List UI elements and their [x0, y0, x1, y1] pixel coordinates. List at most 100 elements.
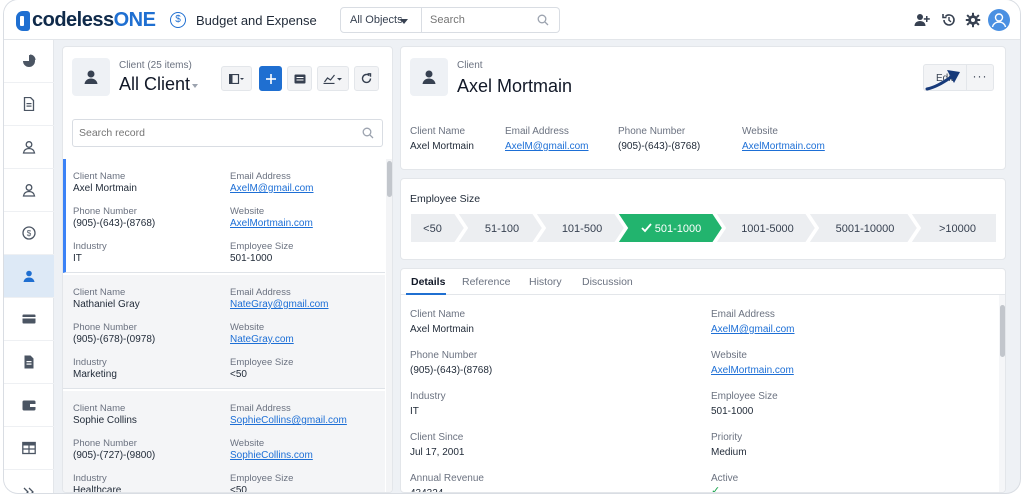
- priority-value: Medium: [711, 447, 747, 458]
- dollar-icon: $: [22, 226, 36, 240]
- card-icon: [22, 314, 36, 324]
- field-label: Client Since: [410, 432, 464, 443]
- field-label: Industry: [73, 473, 107, 484]
- tab-reference[interactable]: Reference: [462, 276, 510, 288]
- phone-value: (905)-(678)-(0978): [73, 334, 156, 345]
- summary-email-link[interactable]: AxelM@gmail.com: [505, 141, 589, 152]
- website-link[interactable]: AxelMortmain.com: [230, 218, 313, 229]
- summary-website-link[interactable]: AxelMortmain.com: [742, 141, 825, 152]
- active-tab-indicator: [406, 293, 446, 295]
- user-icon: [991, 13, 1007, 28]
- contact-icon: [84, 70, 98, 84]
- view-toggle-button[interactable]: [221, 66, 252, 91]
- rail-item-wallet[interactable]: [4, 384, 54, 427]
- employee-size-title: Employee Size: [410, 193, 481, 205]
- scrollbar-thumb[interactable]: [1000, 305, 1005, 357]
- client-since-value: Jul 17, 2001: [410, 447, 465, 458]
- tab-discussion[interactable]: Discussion: [582, 276, 633, 288]
- field-label: Employee Size: [230, 357, 294, 368]
- rail-item-payments[interactable]: [4, 298, 54, 341]
- rail-item-dashboard[interactable]: [4, 40, 54, 83]
- logo[interactable]: codeless ONE: [16, 9, 156, 32]
- field-label: Phone Number: [73, 438, 137, 449]
- phone-value: (905)-(643)-(8768): [73, 218, 156, 229]
- field-label: Industry: [73, 357, 107, 368]
- employee-size-panel: Employee Size <50 51-100 101-500 501-1000 10…: [400, 178, 1006, 260]
- stage-label: 101-500: [562, 223, 602, 235]
- list-view-title[interactable]: All Client: [119, 74, 190, 95]
- rail-expand[interactable]: [4, 470, 54, 493]
- field-label: Industry: [73, 241, 107, 252]
- global-search-input[interactable]: [422, 8, 532, 32]
- layout-icon: [228, 73, 244, 84]
- industry-value: Marketing: [73, 369, 117, 380]
- rail-item-budget[interactable]: $: [4, 212, 54, 255]
- summary-label: Website: [742, 126, 778, 137]
- email-link[interactable]: SophieCollins@gmail.com: [230, 415, 347, 426]
- list-item[interactable]: Client Name Nathaniel Gray Email Address…: [63, 275, 385, 389]
- tab-history[interactable]: History: [529, 276, 562, 288]
- field-label: Priority: [711, 432, 743, 443]
- gear-icon[interactable]: [965, 12, 981, 28]
- field-label: Website: [230, 322, 265, 333]
- scrollbar-thumb[interactable]: [387, 161, 392, 197]
- search-icon: [537, 14, 549, 26]
- print-icon: [294, 74, 305, 83]
- field-label: Email Address: [230, 171, 291, 182]
- rail-item-table[interactable]: [4, 427, 54, 470]
- user-icon: [22, 141, 36, 154]
- field-label: Phone Number: [410, 350, 478, 361]
- chart-options-button[interactable]: [317, 66, 349, 91]
- record-search[interactable]: [72, 119, 383, 147]
- email-link[interactable]: NateGray@gmail.com: [230, 299, 329, 310]
- details-scrollbar[interactable]: [999, 295, 1005, 492]
- rail-item-clients[interactable]: [4, 255, 54, 298]
- field-label: Client Name: [73, 287, 126, 298]
- list-scrollbar[interactable]: [386, 159, 392, 492]
- rail-item-files[interactable]: [4, 341, 54, 384]
- avatar[interactable]: [988, 9, 1010, 31]
- summary-client-name: Axel Mortmain: [410, 141, 474, 152]
- website-link[interactable]: AxelMortmain.com: [711, 365, 794, 376]
- record-search-input[interactable]: [73, 120, 353, 146]
- employee-size-value: <50: [230, 485, 247, 493]
- field-label: Employee Size: [711, 391, 778, 402]
- detail-header-panel: Client Axel Mortmain Edit ··· Client Nam…: [400, 46, 1006, 170]
- annual-revenue-value: 434324: [410, 488, 443, 492]
- tab-details[interactable]: Details: [411, 276, 445, 288]
- list-item[interactable]: Client Name Axel Mortmain Email Address …: [63, 159, 385, 273]
- field-label: Client Name: [73, 403, 126, 414]
- stage-label: 1001-5000: [741, 223, 794, 235]
- add-user-icon[interactable]: [914, 12, 930, 28]
- employee-size-path: <50 51-100 101-500 501-1000 1001-5000 5001-10…: [410, 213, 997, 243]
- rail-item-contacts[interactable]: [4, 169, 54, 212]
- app-title[interactable]: Budget and Expense: [196, 13, 317, 28]
- file-icon: [24, 355, 34, 369]
- add-record-button[interactable]: [259, 66, 282, 91]
- email-link[interactable]: AxelM@gmail.com: [711, 324, 795, 335]
- rail-item-users[interactable]: [4, 126, 54, 169]
- list-item[interactable]: Client Name Sophie Collins Email Address…: [63, 391, 385, 493]
- refresh-button[interactable]: [354, 66, 379, 91]
- summary-label: Client Name: [410, 126, 466, 137]
- contact-icon: [422, 70, 436, 84]
- field-label: Active: [711, 473, 739, 484]
- field-label: Email Address: [230, 287, 291, 298]
- stage-label: <50: [423, 223, 442, 235]
- detail-subtitle: Client: [457, 60, 483, 71]
- rail-item-documents[interactable]: [4, 83, 54, 126]
- stage-label: 5001-10000: [836, 223, 895, 235]
- global-search[interactable]: [422, 7, 560, 33]
- list-avatar: [72, 58, 110, 96]
- summary-label: Email Address: [505, 126, 569, 137]
- history-icon[interactable]: [941, 12, 957, 28]
- client-name-value: Nathaniel Gray: [73, 299, 140, 310]
- website-link[interactable]: NateGray.com: [230, 334, 294, 345]
- website-link[interactable]: SophieCollins.com: [230, 450, 313, 461]
- svg-text:$: $: [27, 229, 32, 238]
- object-select[interactable]: All Objects: [340, 7, 422, 33]
- print-button[interactable]: [287, 66, 312, 91]
- email-link[interactable]: AxelM@gmail.com: [230, 183, 314, 194]
- details-panel: Details Reference History Discussion Cli…: [400, 268, 1006, 493]
- chevron-down-icon[interactable]: [192, 84, 198, 88]
